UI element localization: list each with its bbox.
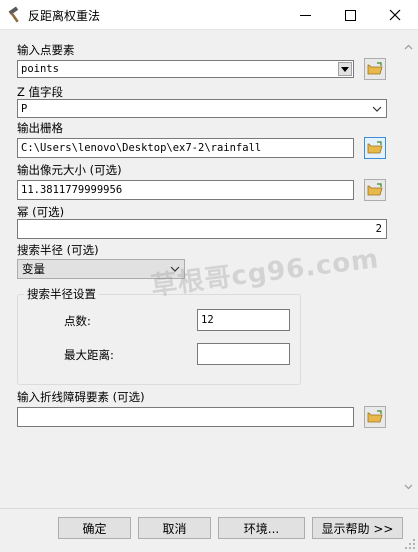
z-field-value: P [21,103,28,115]
close-icon [389,9,401,21]
input-points-label: 输入点要素 [17,43,75,57]
minimize-button[interactable] [282,0,328,30]
resize-grip-icon[interactable] [404,538,416,550]
scroll-up-button[interactable] [401,40,416,54]
show-help-button[interactable]: 显示帮助 >> [312,517,403,539]
chevron-down-icon [372,106,382,112]
chevron-down-icon [404,484,413,490]
barrier-field[interactable] [17,407,354,427]
barrier-browse-button[interactable] [364,406,386,428]
z-field-label: Z 值字段 [17,85,64,99]
point-count-label: 点数: [64,314,91,328]
close-button[interactable] [372,0,418,30]
input-points-browse-button[interactable] [364,58,386,80]
hammer-icon [8,6,19,23]
input-points-value: points [21,63,59,75]
chevron-down-icon[interactable] [338,62,352,76]
output-raster-browse-button[interactable] [364,137,386,159]
vertical-scrollbar[interactable] [399,30,418,508]
cell-size-browse-button[interactable] [364,179,386,201]
power-field[interactable]: 2 [17,219,387,239]
ok-button[interactable]: 确定 [58,517,131,539]
search-radius-group-title: 搜索半径设置 [24,287,99,301]
max-distance-label: 最大距离: [64,348,114,362]
output-raster-label: 输出栅格 [17,121,63,135]
search-radius-label: 搜索半径 (可选) [17,243,99,257]
cell-size-label: 输出像元大小 (可选) [17,163,122,177]
cell-size-field[interactable]: 11.3811779999956 [17,180,354,200]
open-folder-icon [367,141,383,154]
cancel-button[interactable]: 取消 [138,517,211,539]
open-folder-icon [367,183,383,196]
barrier-label: 输入折线障碍要素 (可选) [17,390,145,404]
environments-button[interactable]: 环境... [218,517,305,539]
search-radius-groupbox [17,294,301,385]
maximize-icon [344,9,356,21]
search-radius-type-value: 变量 [22,262,45,276]
max-distance-field[interactable] [197,343,290,365]
open-folder-icon [367,62,383,75]
input-points-select[interactable]: points [17,60,354,78]
point-count-field[interactable]: 12 [197,309,290,331]
window-title: 反距离权重法 [28,9,101,23]
minimize-icon [299,14,311,16]
z-field-select[interactable]: P [17,99,387,118]
maximize-button[interactable] [327,0,373,30]
chevron-up-icon [404,44,413,50]
scroll-down-button[interactable] [401,480,416,494]
open-folder-icon [367,410,383,423]
output-raster-field[interactable]: C:\Users\lenovo\Desktop\ex7-2\rainfall [17,138,354,158]
power-label: 幂 (可选) [17,205,65,219]
